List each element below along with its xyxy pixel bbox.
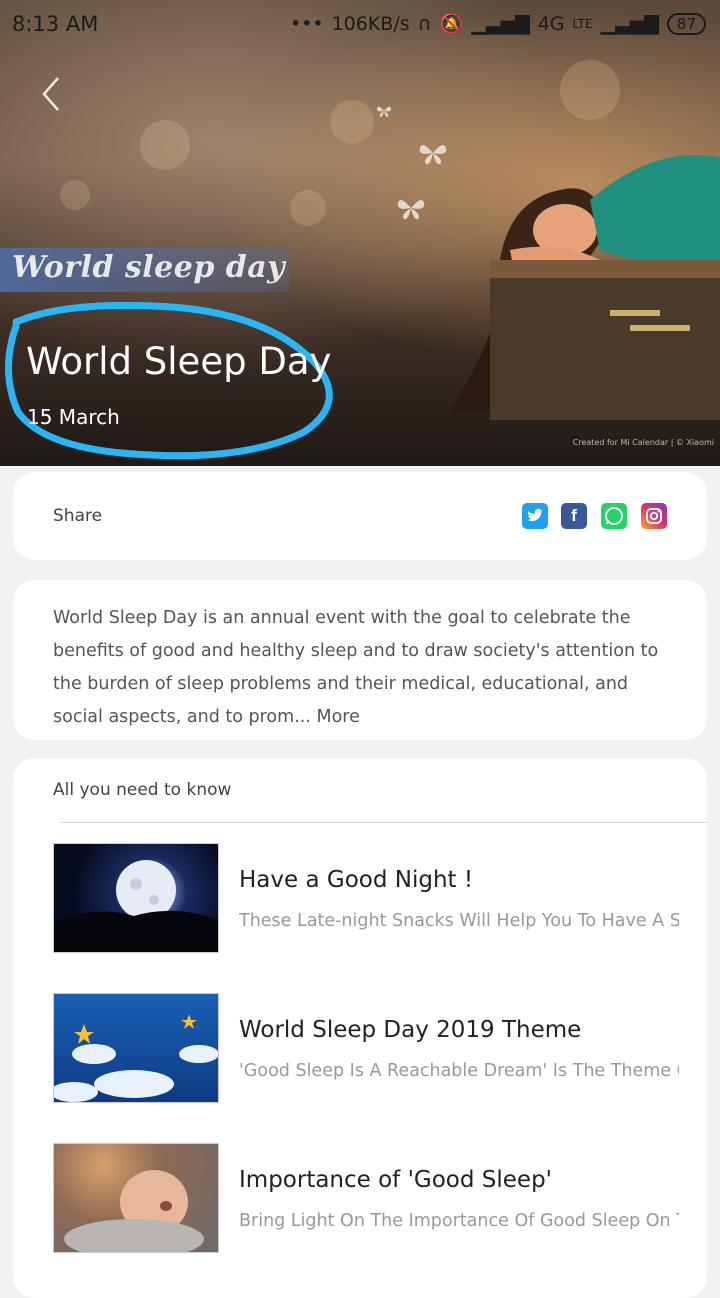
butterfly-icon bbox=[397, 199, 425, 220]
articles-card: All you need to know Have a Good Night !… bbox=[13, 758, 707, 1298]
more-dots-icon: ••• bbox=[289, 12, 324, 35]
description-card: World Sleep Day is an annual event with … bbox=[13, 580, 707, 740]
share-label: Share bbox=[53, 506, 103, 526]
status-icons: ••• 106KB/s ∩ 🔕 ▁▃▅▇ 4G LTE ▁▃▅▇ 87 bbox=[290, 12, 706, 35]
article-title: Have a Good Night ! bbox=[239, 867, 474, 893]
article-thumbnail bbox=[53, 993, 219, 1103]
butterfly-icon bbox=[419, 144, 447, 165]
article-subtitle: These Late-night Snacks Will Help You To… bbox=[239, 911, 679, 931]
status-bar: 8:13 AM ••• 106KB/s ∩ 🔕 ▁▃▅▇ 4G LTE ▁▃▅▇… bbox=[0, 0, 720, 52]
sleeping-girl-illustration bbox=[450, 155, 720, 420]
network-speed: 106KB/s bbox=[331, 12, 410, 35]
signal-icon: ▁▃▅▇ bbox=[471, 12, 530, 35]
article-title: World Sleep Day 2019 Theme bbox=[239, 1017, 582, 1043]
whatsapp-icon[interactable] bbox=[601, 503, 627, 529]
image-credit: Created for Mi Calendar | © Xiaomi bbox=[572, 438, 714, 447]
world-sleep-day-ribbon: World sleep day bbox=[0, 248, 290, 292]
muted-bell-icon: 🔕 bbox=[439, 13, 464, 35]
article-subtitle: 'Good Sleep Is A Reachable Dream' Is The… bbox=[239, 1061, 679, 1081]
instagram-icon[interactable] bbox=[641, 503, 667, 529]
divider bbox=[61, 822, 707, 823]
article-item[interactable]: World Sleep Day 2019 Theme 'Good Sleep I… bbox=[53, 993, 693, 1103]
article-item[interactable]: Importance of 'Good Sleep' Bring Light O… bbox=[53, 1143, 693, 1253]
article-item[interactable]: Have a Good Night ! These Late-night Sna… bbox=[53, 843, 693, 953]
more-link[interactable]: More bbox=[316, 707, 359, 727]
twitter-icon[interactable] bbox=[522, 503, 548, 529]
facebook-icon[interactable]: f bbox=[561, 503, 587, 529]
butterfly-icon bbox=[376, 106, 392, 118]
page-title: World Sleep Day bbox=[26, 340, 332, 383]
back-button[interactable] bbox=[36, 72, 76, 120]
description: World Sleep Day is an annual event with … bbox=[53, 602, 669, 734]
event-date: 15 March bbox=[27, 405, 120, 429]
share-card: Share f bbox=[13, 472, 707, 560]
battery-indicator: 87 bbox=[666, 12, 706, 35]
article-title: Importance of 'Good Sleep' bbox=[239, 1167, 553, 1193]
article-thumbnail bbox=[53, 1143, 219, 1253]
hero-banner: 8:13 AM ••• 106KB/s ∩ 🔕 ▁▃▅▇ 4G LTE ▁▃▅▇… bbox=[0, 0, 720, 466]
clock: 8:13 AM bbox=[12, 12, 99, 36]
ribbon-text: World sleep day bbox=[12, 250, 286, 285]
chevron-left-icon bbox=[42, 77, 59, 111]
headphones-icon: ∩ bbox=[417, 12, 432, 35]
volte-label: LTE bbox=[572, 16, 593, 31]
article-subtitle: Bring Light On The Importance Of Good Sl… bbox=[239, 1211, 679, 1231]
article-thumbnail bbox=[53, 843, 219, 953]
signal-icon-2: ▁▃▅▇ bbox=[600, 12, 659, 35]
network-type: 4G bbox=[537, 12, 565, 35]
section-title: All you need to know bbox=[53, 780, 232, 800]
